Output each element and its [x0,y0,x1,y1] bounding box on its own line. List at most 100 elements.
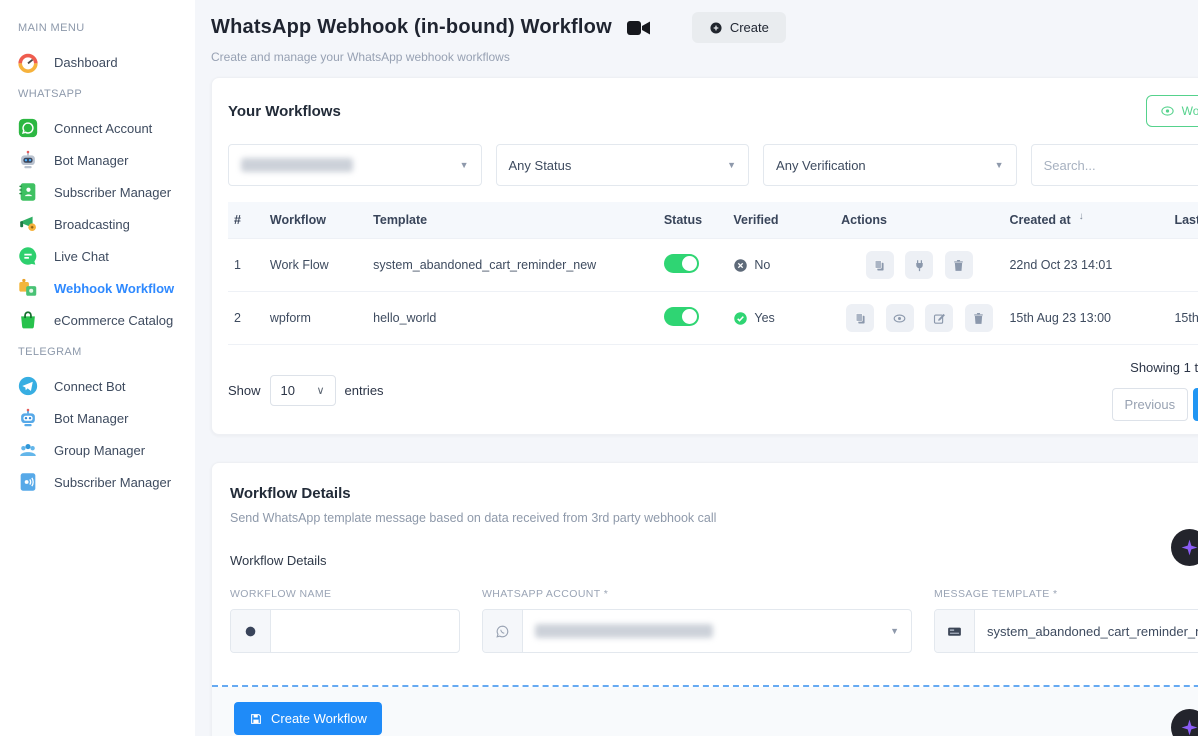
row-last-called-at: - [1168,239,1198,292]
workflows-card: Your Workflows Workflow Report ▼ Any Sta… [211,77,1198,435]
sidebar-item-subscriber-manager-telegram[interactable]: Subscriber Manager [16,466,187,498]
workflow-form: WORKFLOW NAME WHATSAPP ACCOUNT * ▼ [230,588,1198,653]
status-filter-select[interactable]: Any Status ▼ [496,144,750,186]
sidebar-item-connect-account[interactable]: Connect Account [16,112,187,144]
page-size-control: Show 10 ∨ entries [228,360,384,421]
create-button[interactable]: Create [692,12,786,43]
megaphone-icon [16,213,39,236]
sidebar-item-bot-manager-telegram[interactable]: Bot Manager [16,402,187,434]
col-header-status[interactable]: Status [658,202,728,239]
workflow-report-button[interactable]: Workflow Report [1146,95,1198,127]
copy-icon [853,311,868,326]
col-header-workflow[interactable]: Workflow [264,202,367,239]
check-circle-icon [733,311,748,326]
robot-blue-icon [16,407,39,430]
whatsapp-account-select[interactable]: ▼ [482,609,912,653]
workflow-name-input[interactable] [283,624,447,639]
redacted-account-value [535,624,713,638]
duplicate-button[interactable] [866,251,894,279]
page-header: WhatsApp Webhook (in-bound) Workflow Cre… [211,12,1198,43]
col-header-verified[interactable]: Verified [727,202,835,239]
whatsapp-account-label: WHATSAPP ACCOUNT * [482,588,912,600]
sidebar-item-subscriber-manager[interactable]: Subscriber Manager [16,176,187,208]
row-last-called-at: 15th Aug 23 13:11 [1168,292,1198,345]
sidebar-item-connect-bot[interactable]: Connect Bot [16,370,187,402]
row-template: hello_world [367,292,658,345]
webhook-url-button[interactable] [905,251,933,279]
video-tutorial-icon[interactable] [626,18,652,38]
robot-icon [16,149,39,172]
sidebar-item-label: Connect Account [54,121,152,136]
status-toggle[interactable] [664,254,699,273]
sidebar-item-webhook-workflow[interactable]: Webhook Workflow [16,272,187,304]
save-icon [249,712,263,726]
sidebar-item-label: Broadcasting [54,217,130,232]
sidebar-item-ecommerce-catalog[interactable]: eCommerce Catalog [16,304,187,336]
edit-icon [932,311,947,326]
section-label-main-menu: MAIN MENU [18,22,187,34]
sidebar-item-dashboard[interactable]: Dashboard [16,46,187,78]
shopping-bag-icon [16,309,39,332]
message-template-label: MESSAGE TEMPLATE * [934,588,1198,600]
sidebar-item-label: Connect Bot [54,379,126,394]
message-template-select[interactable]: system_abandoned_cart_reminder_new (none… [934,609,1198,653]
dashboard-icon [16,51,39,74]
telegram-icon [16,375,39,398]
row-template: system_abandoned_cart_reminder_new [367,239,658,292]
page-title: WhatsApp Webhook (in-bound) Workflow [211,16,612,39]
row-created-at: 22nd Oct 23 14:01 [1003,239,1168,292]
contacts-book-icon [16,181,39,204]
row-num: 2 [228,292,264,345]
chevron-down-icon: ▼ [460,160,469,170]
sidebar-item-label: Webhook Workflow [54,281,174,296]
sidebar-item-label: Group Manager [54,443,145,458]
create-workflow-button[interactable]: Create Workflow [234,702,382,735]
view-button[interactable] [886,304,914,332]
table-row: 2 wpform hello_world Yes [228,292,1198,345]
col-header-template[interactable]: Template [367,202,658,239]
filter-row: ▼ Any Status ▼ Any Verification ▼ [228,144,1198,186]
col-header-num[interactable]: # [228,202,264,239]
section-label-telegram: TELEGRAM [18,346,187,358]
edit-button[interactable] [925,304,953,332]
circle-icon [231,610,271,652]
duplicate-button[interactable] [846,304,874,332]
delete-button[interactable] [945,251,973,279]
details-section-label: Workflow Details [230,553,1198,568]
chat-bubble-icon [16,245,39,268]
verified-badge: Yes [733,311,829,326]
delete-button[interactable] [965,304,993,332]
entries-label: entries [345,383,384,398]
col-header-last-called-at[interactable]: Last Called at [1168,202,1198,239]
status-toggle[interactable] [664,307,699,326]
table-header-row: # Workflow Template Status Verified Acti… [228,202,1198,239]
current-page-button[interactable]: 1 [1193,388,1198,421]
cross-circle-icon [733,258,748,273]
show-label: Show [228,383,261,398]
workflows-table: # Workflow Template Status Verified Acti… [228,202,1198,345]
page-subtitle: Create and manage your WhatsApp webhook … [211,50,1198,64]
col-header-created-at[interactable]: Created at↓ [1003,202,1168,239]
sidebar-item-label: Live Chat [54,249,109,264]
sidebar-item-live-chat[interactable]: Live Chat [16,240,187,272]
entries-summary: Showing 1 to 2 of 2 entries [1130,360,1198,375]
page-size-select[interactable]: 10 ∨ [270,375,336,406]
table-row: 1 Work Flow system_abandoned_cart_remind… [228,239,1198,292]
sparkle-icon [1180,718,1198,736]
previous-page-button[interactable]: Previous [1112,388,1189,421]
plug-icon [912,258,927,273]
sidebar-item-bot-manager[interactable]: Bot Manager [16,144,187,176]
account-filter-select[interactable]: ▼ [228,144,482,186]
puzzle-icon [16,277,39,300]
workflow-name-label: WORKFLOW NAME [230,588,460,600]
details-card-subtitle: Send WhatsApp template message based on … [230,511,1198,525]
sidebar-item-group-manager[interactable]: Group Manager [16,434,187,466]
chevron-down-icon: ▼ [995,160,1004,170]
trash-icon [951,258,966,273]
verification-filter-select[interactable]: Any Verification ▼ [763,144,1017,186]
copy-icon [872,258,887,273]
row-num: 1 [228,239,264,292]
sidebar-item-label: Subscriber Manager [54,475,171,490]
sidebar-item-broadcasting[interactable]: Broadcasting [16,208,187,240]
search-input[interactable] [1044,158,1198,173]
